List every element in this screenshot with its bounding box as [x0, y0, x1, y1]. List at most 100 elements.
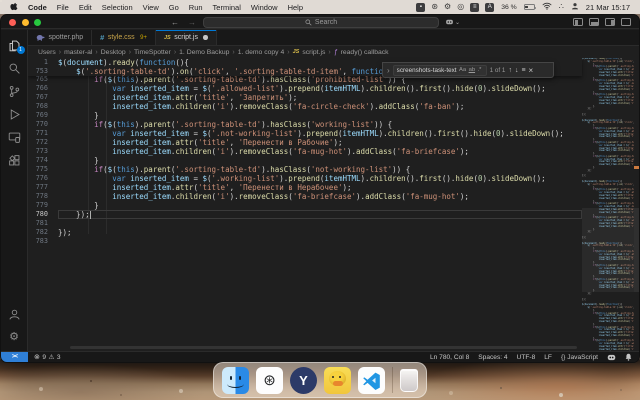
code-line[interactable]: 776 var inserted_item = $('.working-list… [28, 174, 582, 183]
vscode-dock-icon[interactable] [358, 366, 385, 394]
code-line[interactable]: 774 } [28, 156, 582, 165]
status-indentation[interactable]: Spaces: 4 [478, 354, 507, 361]
input-source-icon[interactable]: A [485, 2, 495, 12]
tab-script.js[interactable]: JS script.js [156, 30, 217, 45]
weather-icon[interactable]: ∴ [559, 3, 564, 11]
activity-run-debug-icon[interactable] [1, 103, 28, 126]
menubar-item-terminal[interactable]: Terminal [213, 3, 241, 12]
activity-accounts-icon[interactable] [1, 303, 28, 326]
notifications-bell-icon[interactable] [625, 353, 632, 361]
navigate-forward-button[interactable]: → [188, 18, 196, 27]
status-cursor-position[interactable]: Ln 780, Col 8 [430, 354, 469, 361]
code-line[interactable]: 769 } [28, 111, 582, 120]
close-window-button[interactable] [9, 18, 16, 26]
trash-dock-icon[interactable] [400, 368, 418, 392]
customize-layout-button[interactable] [621, 18, 631, 26]
scrollbar-thumb[interactable] [634, 208, 639, 292]
menubar-item-help[interactable]: Help [288, 3, 303, 12]
code-line[interactable]: 771 var inserted_item = $('.not-working-… [28, 129, 582, 138]
minimap-slider[interactable] [582, 208, 634, 292]
activity-search-icon[interactable] [1, 57, 28, 80]
breadcrumb-item[interactable]: ready() callback [341, 49, 389, 56]
toggle-panel-button[interactable] [589, 18, 599, 26]
code-line[interactable]: 780 }); [28, 210, 582, 219]
menubar-item-window[interactable]: Window [251, 3, 278, 12]
tab-style.css[interactable]: # style.css 9+ [92, 30, 156, 45]
code-line[interactable]: 766 var inserted_item = $('.allowed-list… [28, 84, 582, 93]
menubar-item-code[interactable]: Code [28, 3, 47, 12]
battery-percent[interactable]: 36 % [501, 4, 517, 11]
breadcrumb-item[interactable]: TimeSpotter [134, 49, 171, 56]
status-language-mode[interactable]: {} JavaScript [561, 354, 598, 361]
activity-settings-gear-icon[interactable]: ⚙ [1, 326, 28, 349]
find-in-selection-button[interactable]: ≡ [521, 67, 525, 74]
command-center-search[interactable]: Search [203, 16, 439, 28]
toggle-sidebar-button[interactable] [573, 18, 583, 26]
breadcrumb[interactable]: Users › master-al › Desktop › TimeSpotter › 1. D… [28, 46, 639, 58]
minimize-window-button[interactable] [21, 18, 29, 26]
minimap[interactable]: $(document).ready(function(){ $('.sortin… [582, 58, 634, 351]
spinner-menubar-icon[interactable]: ◎ [457, 3, 464, 11]
horizontal-scrollbar[interactable] [70, 346, 577, 349]
duck-dock-icon[interactable] [324, 366, 351, 394]
toggle-replace-chevron[interactable]: › [387, 66, 390, 75]
activity-explorer-icon[interactable]: 1 [1, 34, 28, 57]
wifi-icon[interactable] [542, 2, 552, 12]
breadcrumb-item[interactable]: script.js [302, 49, 325, 56]
activity-extensions-icon[interactable] [1, 149, 28, 172]
problems-status[interactable]: ⊗ 9 ⚠ 3 [34, 353, 61, 362]
code-line[interactable]: 775 if($(this).parent('.sorting-table-td… [28, 165, 582, 174]
battery-icon[interactable] [523, 4, 536, 10]
breadcrumb-item[interactable]: Users [38, 49, 56, 56]
menubar-item-edit[interactable]: Edit [79, 3, 92, 12]
copilot-menu-button[interactable]: ⌄ [445, 17, 460, 27]
code-line[interactable]: 781 [28, 219, 582, 228]
code-line[interactable]: 770 if($(this).parent('.sorting-table-td… [28, 120, 582, 129]
activity-remote-explorer-icon[interactable] [1, 126, 28, 149]
menubar-item-view[interactable]: View [143, 3, 159, 12]
code-line[interactable]: 773 inserted_item.children('i').removeCl… [28, 147, 582, 156]
tab-spotter.php[interactable]: spotter.php [28, 30, 93, 45]
close-find-button[interactable]: × [529, 66, 534, 75]
user-switch-icon[interactable] [571, 2, 579, 12]
code-line[interactable]: 777 inserted_item.attr('title', 'Перенес… [28, 183, 582, 192]
yandex-dock-icon[interactable]: Y [290, 366, 317, 394]
navigate-back-button[interactable]: ← [171, 18, 179, 27]
code-line[interactable]: 768 inserted_item.children('i').removeCl… [28, 102, 582, 111]
menubar-item-file[interactable]: File [57, 3, 69, 12]
menubar-item-selection[interactable]: Selection [102, 3, 133, 12]
find-previous-button[interactable]: ↑ [508, 67, 512, 74]
apple-menu-icon[interactable] [10, 2, 18, 13]
keyboard-menubar-icon[interactable]: ≡ [470, 2, 480, 12]
breadcrumb-item[interactable]: master-al [64, 49, 92, 56]
chatgpt-menubar-icon[interactable]: ⊛ [431, 3, 438, 11]
breadcrumb-item[interactable]: 1. demo copy 4 [238, 49, 284, 56]
vertical-scrollbar[interactable] [634, 58, 639, 351]
remote-indicator[interactable]: >< [1, 352, 28, 362]
copilot-status-icon[interactable] [607, 354, 616, 361]
code-line[interactable]: 779 } [28, 201, 582, 210]
find-next-button[interactable]: ↓ [515, 67, 519, 74]
whole-word-toggle[interactable]: ab [469, 67, 475, 73]
code-line[interactable]: 782}); [28, 228, 582, 237]
chatgpt-dock-icon[interactable]: ⊛ [256, 366, 283, 394]
code-editor[interactable]: 764 }765 if($(this).parent('.sorting-tab… [28, 58, 639, 351]
zoom-window-button[interactable] [34, 18, 41, 26]
menubar-item-go[interactable]: Go [169, 3, 179, 12]
code-line[interactable]: 767 inserted_item.attr('title', 'Запрети… [28, 93, 582, 102]
breadcrumb-item[interactable]: 1. Demo Backup [179, 49, 229, 56]
gear-menubar-icon[interactable]: ⚙ [444, 3, 451, 11]
code-line[interactable]: 778 inserted_item.children('i').removeCl… [28, 192, 582, 201]
code-line[interactable]: 772 inserted_item.attr('title', 'Перенес… [28, 138, 582, 147]
match-case-toggle[interactable]: Aa [459, 67, 466, 73]
find-input[interactable]: screenshots-task-text Aa ab .* [392, 64, 487, 76]
regex-toggle[interactable]: .* [478, 67, 482, 73]
toggle-secondary-sidebar-button[interactable] [605, 18, 615, 26]
breadcrumb-item[interactable]: Desktop [101, 49, 126, 56]
menubar-clock[interactable]: 21 Mar 15:17 [586, 3, 630, 12]
code-line[interactable]: 783 [28, 237, 582, 246]
menubar-item-run[interactable]: Run [189, 3, 203, 12]
status-encoding[interactable]: UTF-8 [517, 354, 536, 361]
status-eol[interactable]: LF [544, 354, 552, 361]
finder-dock-icon[interactable] [222, 366, 249, 394]
